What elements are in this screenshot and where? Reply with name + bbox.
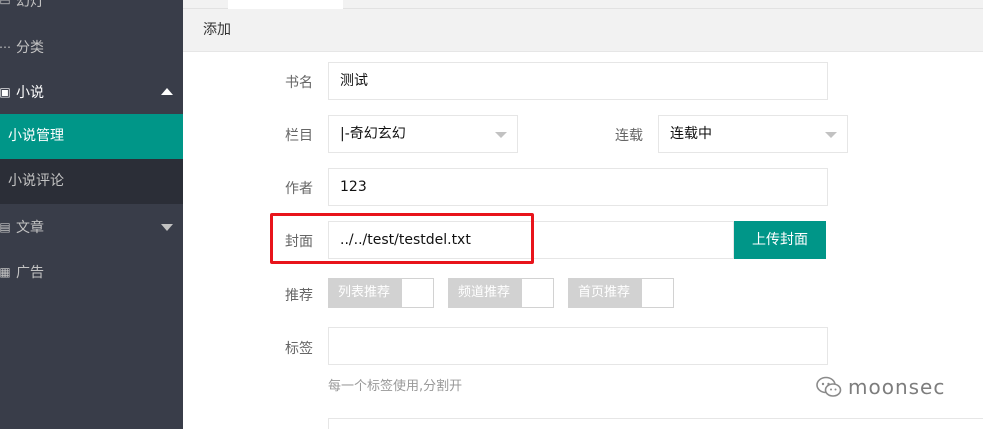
watermark: moonsec: [816, 375, 945, 399]
watermark-text: moonsec: [848, 375, 946, 399]
switch-knob: [521, 279, 553, 307]
serial-select[interactable]: 连载中: [658, 115, 848, 153]
tab-active[interactable]: [228, 0, 343, 9]
switch-label: 列表推荐: [338, 285, 391, 300]
ad-icon: ▦: [0, 264, 11, 279]
slides-icon: ▭: [0, 0, 11, 8]
serial-label: 连载: [615, 128, 643, 144]
switch-channel-recommend[interactable]: 频道推荐: [448, 278, 554, 308]
tags-hint: 每一个标签使用,分割开: [328, 379, 463, 394]
sidebar-item-label: 广告: [16, 264, 44, 281]
switch-list-recommend[interactable]: 列表推荐: [328, 278, 434, 308]
sidebar: ▭ 幻灯 ⋯ 分类 ▣ 小说 小说管理 小说评论 ▤ 文章 ▦ 广告: [0, 0, 183, 429]
sidebar-item-ads[interactable]: ▦ 广告: [0, 249, 183, 294]
column-select[interactable]: |-奇幻玄幻: [328, 115, 518, 153]
switch-label: 频道推荐: [458, 285, 511, 300]
tags-label: 标签: [285, 341, 313, 357]
name-label: 书名: [285, 75, 313, 91]
chevron-down-icon: [161, 223, 173, 231]
book-icon: ▣: [0, 84, 11, 99]
article-icon: ▤: [0, 219, 11, 234]
name-input[interactable]: 测试: [328, 62, 828, 100]
highlight-box: [270, 213, 534, 264]
switch-label: 首页推荐: [578, 285, 631, 300]
switch-knob: [641, 279, 673, 307]
category-icon: ⋯: [0, 39, 11, 54]
upload-cover-button[interactable]: 上传封面: [734, 221, 826, 259]
sidebar-subitem-novel-manage[interactable]: 小说管理: [0, 114, 183, 159]
caret-down-icon: [495, 132, 507, 138]
tab-strip: [183, 0, 983, 9]
serial-select-value: 连载中: [670, 126, 712, 142]
sidebar-subitem-novel-comments[interactable]: 小说评论: [0, 159, 183, 204]
author-input[interactable]: 123: [328, 168, 828, 206]
sidebar-item-label: 幻灯: [16, 0, 44, 10]
sidebar-item-slides[interactable]: ▭ 幻灯: [0, 0, 183, 23]
tags-input[interactable]: [328, 327, 828, 365]
column-label: 栏目: [285, 128, 313, 144]
caret-down-icon: [825, 132, 837, 138]
recommend-label: 推荐: [285, 288, 313, 304]
sidebar-item-label: 文章: [16, 219, 44, 236]
switch-knob: [401, 279, 433, 307]
novel-subnav: 小说管理 小说评论: [0, 114, 183, 204]
next-field-input[interactable]: [328, 418, 983, 429]
sidebar-item-article[interactable]: ▤ 文章: [0, 204, 183, 249]
wechat-icon: [816, 376, 842, 397]
sidebar-item-label: 分类: [16, 39, 44, 56]
author-label: 作者: [285, 181, 313, 197]
sidebar-item-category[interactable]: ⋯ 分类: [0, 24, 183, 69]
column-select-value: |-奇幻玄幻: [340, 126, 406, 142]
sidebar-item-novel[interactable]: ▣ 小说: [0, 69, 183, 114]
switch-home-recommend[interactable]: 首页推荐: [568, 278, 674, 308]
chevron-up-icon: [161, 87, 173, 95]
sidebar-item-label: 小说: [16, 84, 44, 101]
panel-title: 添加: [183, 9, 983, 52]
